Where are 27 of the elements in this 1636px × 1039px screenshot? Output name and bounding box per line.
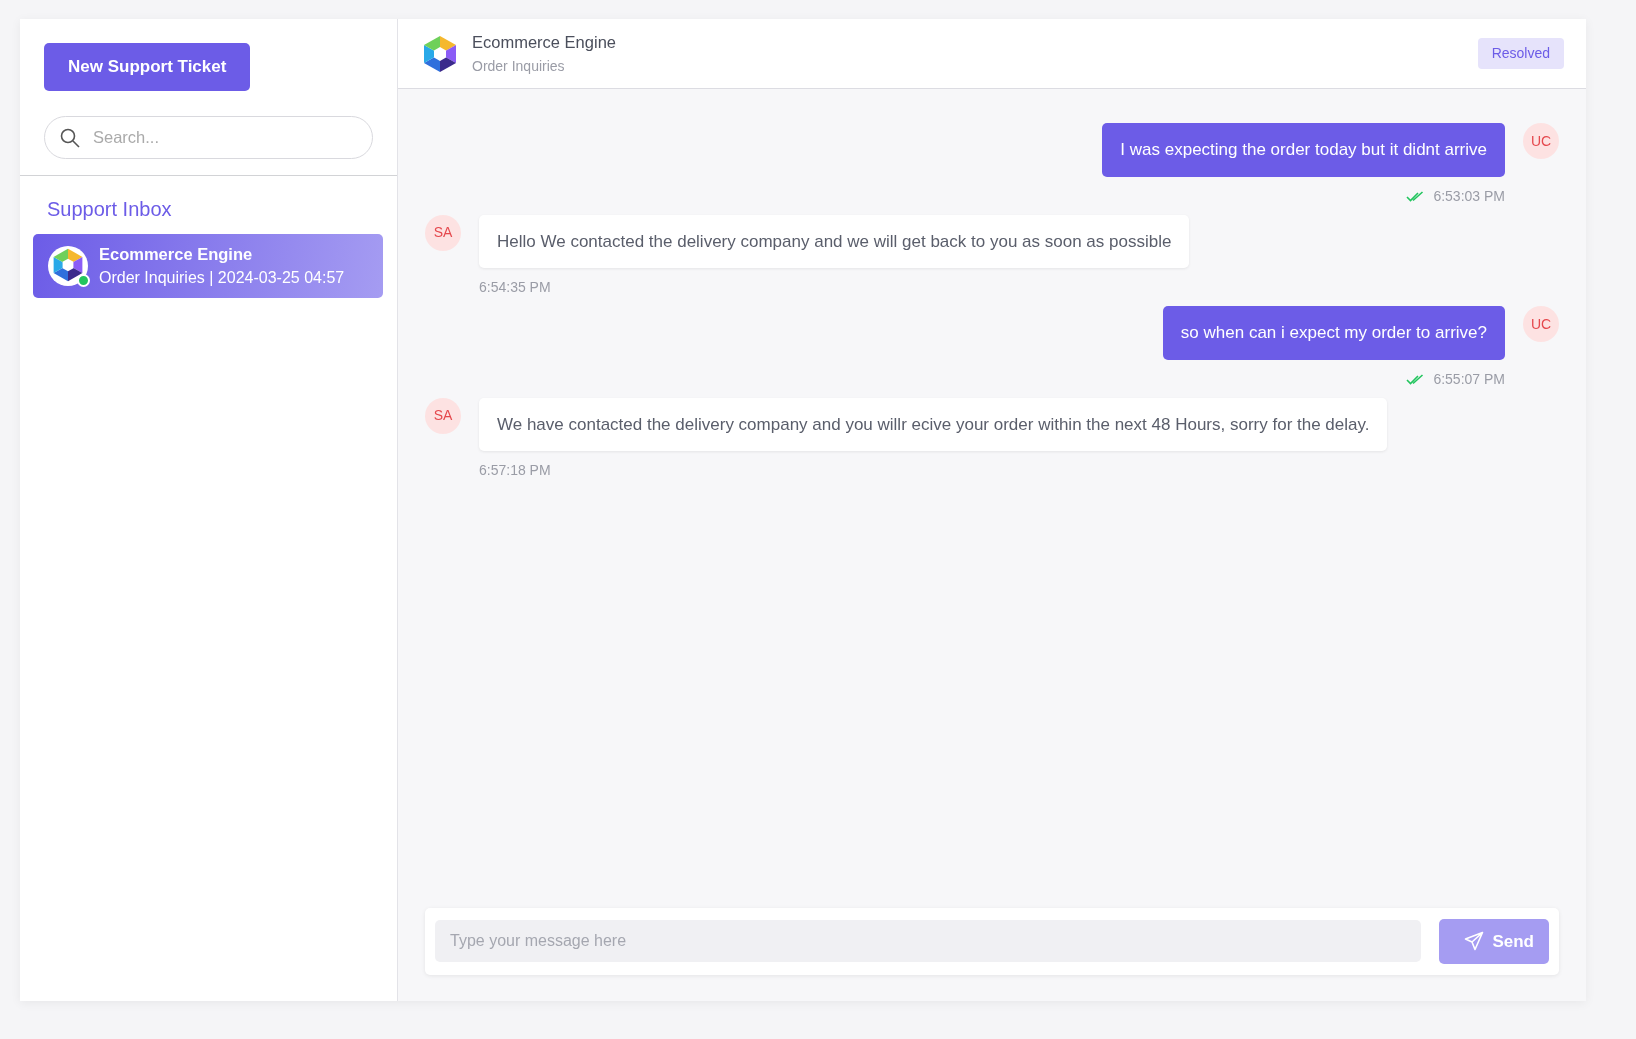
avatar-initials: SA	[425, 397, 461, 434]
message-input[interactable]: Type your message here	[435, 920, 1422, 963]
search-field[interactable]: Search...	[44, 115, 373, 159]
message-time: 6:57:18 PM	[479, 461, 551, 480]
message-bubble: We have contacted the delivery company and you willr ecive your order within the next 48 Hours, sorry for the delay.	[479, 397, 1388, 451]
inbox-item-title: Ecommerce Engine	[99, 243, 254, 265]
double-check-icon	[1406, 190, 1425, 202]
message-bubble: so when can i expect my order to arrive?	[1162, 306, 1505, 360]
message-time: 6:53:03 PM	[1433, 186, 1505, 206]
avatar-initials: UC	[1523, 306, 1559, 342]
avatar-initials: UC	[1523, 123, 1559, 159]
new-ticket-button[interactable]: New Support Ticket	[44, 43, 251, 91]
search-icon	[60, 127, 80, 148]
chat-title: Ecommerce Engine	[472, 31, 616, 53]
message-time: 6:55:07 PM	[1433, 369, 1505, 389]
inbox-item[interactable]: Ecommerce Engine Order Inquiries | 2024-03-25 04:57	[33, 233, 383, 299]
logo-icon	[47, 244, 89, 287]
send-icon	[1464, 931, 1485, 952]
inbox-item-subtitle: Order Inquiries | 2024-03-25 04:57	[99, 268, 345, 289]
status-badge: Resolved	[1477, 38, 1564, 69]
message-time: 6:54:35 PM	[479, 278, 551, 297]
message-bubble: I was expecting the order today but it didnt arrive	[1102, 123, 1505, 177]
avatar-initials: SA	[425, 214, 461, 251]
double-check-icon	[1406, 373, 1425, 385]
message-bubble: Hello We contacted the delivery company and we will get back to you as soon as possible	[479, 214, 1190, 268]
chat-subtitle: Order Inquiries	[472, 57, 566, 77]
inbox-title: Support Inbox	[47, 196, 173, 222]
